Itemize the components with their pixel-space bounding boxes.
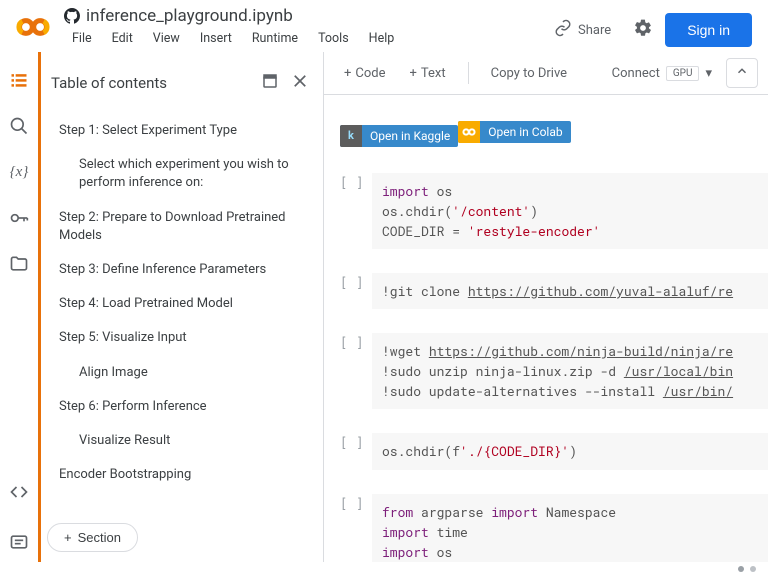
- open-in-kaggle-badge[interactable]: kOpen in Kaggle: [340, 125, 458, 147]
- share-button[interactable]: Share: [544, 13, 621, 47]
- add-section-button[interactable]: + Section: [47, 523, 138, 552]
- menu-edit[interactable]: Edit: [104, 28, 141, 49]
- connect-button[interactable]: Connect: [612, 66, 660, 81]
- variables-icon[interactable]: {x}: [9, 162, 29, 182]
- cell-prompt: [ ]: [340, 273, 372, 309]
- toc-panel: Table of contents Step 1: Select Experim…: [38, 52, 324, 562]
- code-content[interactable]: from argparse import Namespace import ti…: [372, 494, 768, 562]
- toc-item[interactable]: Step 4: Load Pretrained Model: [55, 287, 317, 321]
- terminal-icon[interactable]: [9, 532, 29, 552]
- github-icon: [64, 8, 80, 24]
- toc-item[interactable]: Step 6: Perform Inference: [55, 390, 317, 424]
- settings-button[interactable]: [627, 12, 659, 48]
- toolbar: +Code +Text Copy to Drive Connect GPU ▾: [324, 52, 768, 95]
- secrets-icon[interactable]: [9, 208, 29, 228]
- colab-icon: [458, 121, 480, 143]
- menu-insert[interactable]: Insert: [192, 28, 240, 49]
- code-content[interactable]: os.chdir(f'./{CODE_DIR}'): [372, 433, 768, 469]
- cell-prompt: [ ]: [340, 433, 372, 469]
- cell-prompt: [ ]: [340, 173, 372, 249]
- cell-prompt: [ ]: [340, 494, 372, 562]
- toc-item[interactable]: Step 2: Prepare to Download Pretrained M…: [55, 201, 317, 253]
- toc-icon[interactable]: [9, 70, 29, 90]
- copy-to-drive-button[interactable]: Copy to Drive: [481, 61, 577, 86]
- new-tab-icon[interactable]: [257, 68, 283, 98]
- menu-file[interactable]: File: [64, 28, 100, 49]
- cell-prompt: [ ]: [340, 333, 372, 409]
- code-cell[interactable]: [ ] import os os.chdir('/content') CODE_…: [324, 165, 768, 257]
- cells-area[interactable]: kOpen in KaggleOpen in Colab [ ] import …: [324, 95, 768, 562]
- signin-button[interactable]: Sign in: [665, 13, 752, 47]
- sidebar-rail: {x}: [0, 52, 38, 562]
- chevron-down-icon[interactable]: ▾: [705, 66, 712, 81]
- toc-item[interactable]: Select which experiment you wish to perf…: [55, 148, 317, 200]
- plus-icon: +: [64, 530, 72, 545]
- gear-icon: [633, 27, 653, 42]
- menu-bar: File Edit View Insert Runtime Tools Help: [64, 28, 544, 49]
- toc-item[interactable]: Step 3: Define Inference Parameters: [55, 253, 317, 287]
- kaggle-icon: k: [340, 125, 362, 147]
- status-dot: [738, 566, 744, 572]
- separator: [468, 62, 469, 84]
- code-snippets-icon[interactable]: [9, 482, 29, 502]
- colab-logo[interactable]: [16, 10, 50, 44]
- menu-view[interactable]: View: [145, 28, 188, 49]
- code-cell[interactable]: [ ] !wget https://github.com/ninja-build…: [324, 325, 768, 417]
- plus-icon: +: [344, 66, 351, 81]
- share-label: Share: [578, 23, 611, 38]
- status-dots: [738, 566, 756, 572]
- status-dot: [750, 566, 756, 572]
- plus-icon: +: [410, 66, 417, 81]
- code-content[interactable]: import os os.chdir('/content') CODE_DIR …: [372, 173, 768, 249]
- toc-item[interactable]: Encoder Bootstrapping: [55, 458, 317, 492]
- collapse-button[interactable]: [726, 58, 758, 88]
- toc-item[interactable]: Step 1: Select Experiment Type: [55, 114, 317, 148]
- toc-item[interactable]: Visualize Result: [55, 424, 317, 458]
- code-content[interactable]: !wget https://github.com/ninja-build/nin…: [372, 333, 768, 409]
- toc-title: Table of contents: [51, 74, 253, 92]
- code-cell[interactable]: [ ] from argparse import Namespace impor…: [324, 486, 768, 562]
- code-cell[interactable]: [ ] os.chdir(f'./{CODE_DIR}'): [324, 425, 768, 477]
- toc-item[interactable]: Align Image: [55, 356, 317, 390]
- chevron-up-icon: [735, 67, 749, 82]
- close-icon[interactable]: [287, 68, 313, 98]
- link-icon: [554, 19, 572, 41]
- add-code-button[interactable]: +Code: [334, 61, 396, 86]
- add-text-button[interactable]: +Text: [400, 61, 456, 86]
- notebook-title[interactable]: inference_playground.ipynb: [86, 6, 293, 26]
- code-cell[interactable]: [ ] !git clone https://github.com/yuval-…: [324, 265, 768, 317]
- runtime-chip[interactable]: GPU: [666, 66, 700, 81]
- toc-item[interactable]: Step 5: Visualize Input: [55, 321, 317, 355]
- toc-list: Step 1: Select Experiment Type Select wh…: [41, 114, 323, 513]
- files-icon[interactable]: [9, 254, 29, 274]
- code-content[interactable]: !git clone https://github.com/yuval-alal…: [372, 273, 768, 309]
- menu-runtime[interactable]: Runtime: [244, 28, 306, 49]
- section-label: Section: [78, 530, 121, 545]
- search-icon[interactable]: [9, 116, 29, 136]
- menu-help[interactable]: Help: [361, 28, 403, 49]
- open-in-colab-badge[interactable]: Open in Colab: [458, 121, 570, 143]
- menu-tools[interactable]: Tools: [310, 28, 357, 49]
